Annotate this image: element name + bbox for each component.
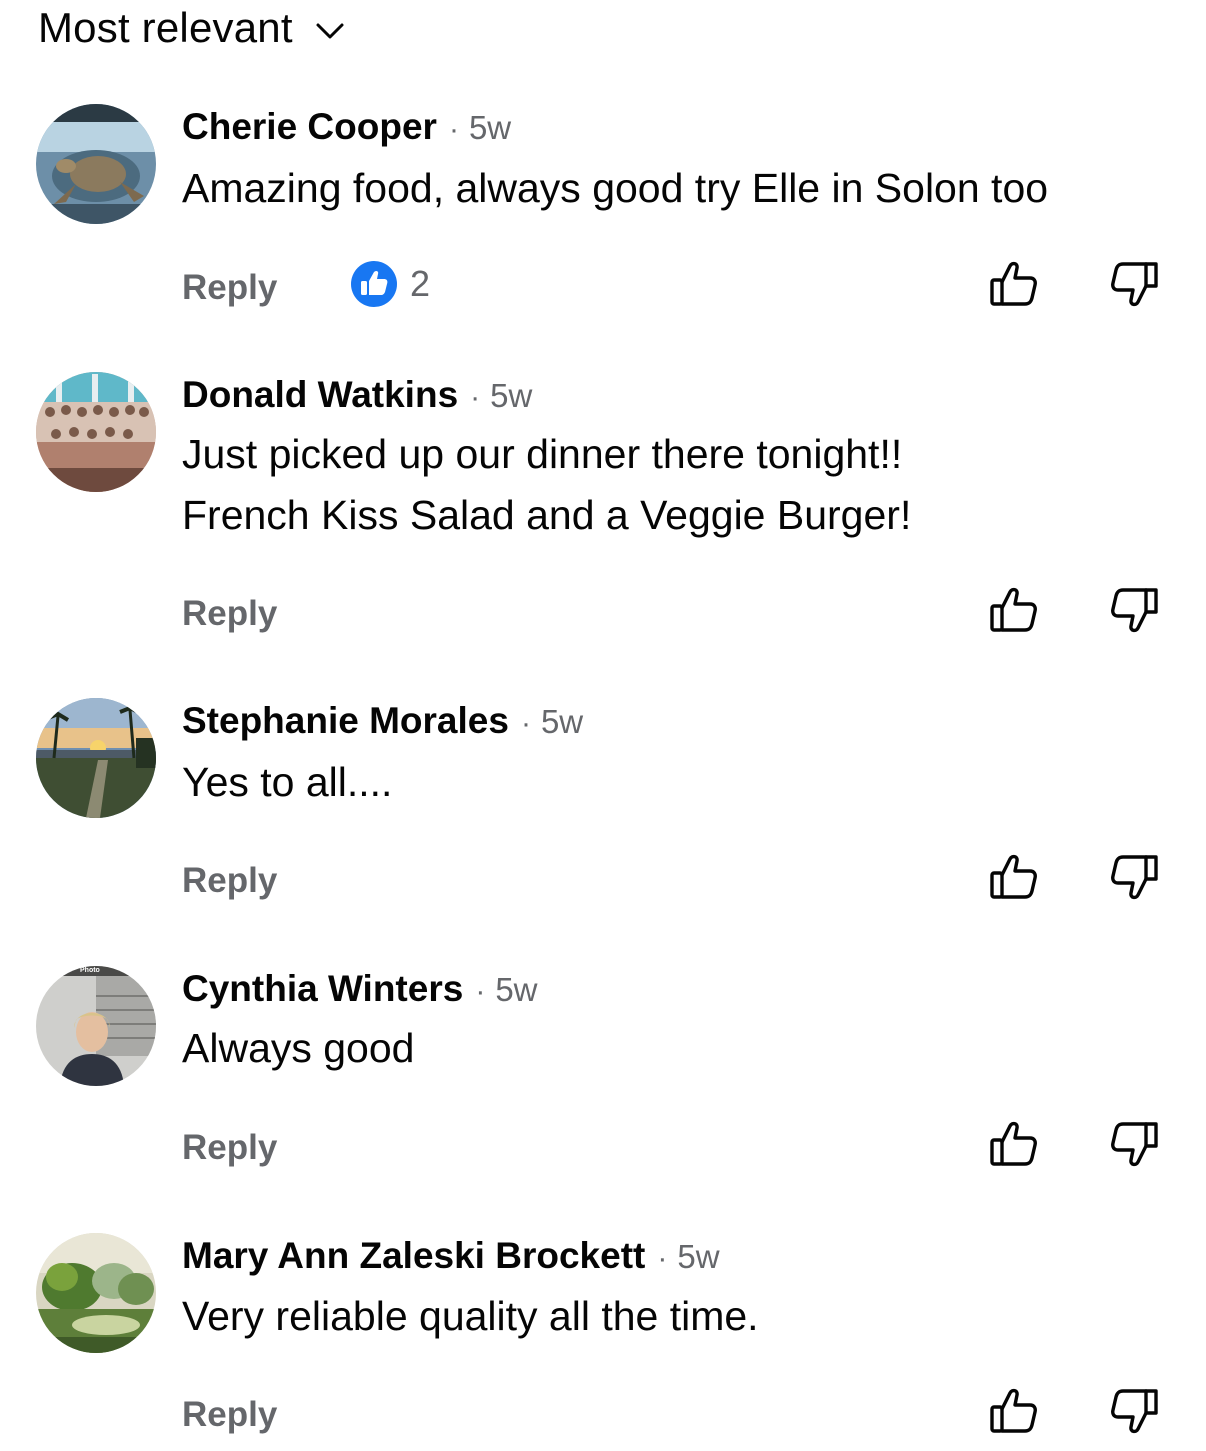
comment-header: Stephanie Morales · 5w <box>182 700 583 742</box>
comment-actions: Reply 2 <box>0 258 1206 314</box>
comment-actions: Reply <box>0 584 1206 640</box>
separator-dot: · <box>657 1242 668 1275</box>
comment-actions: Reply <box>0 851 1206 907</box>
author-name[interactable]: Donald Watkins <box>182 374 458 416</box>
author-name[interactable]: Stephanie Morales <box>182 700 509 742</box>
like-reaction-badge-icon <box>351 261 397 307</box>
reply-button[interactable]: Reply <box>182 268 277 308</box>
comment-line: Amazing food, always good try Elle in So… <box>182 165 1049 211</box>
avatar[interactable] <box>36 1233 156 1353</box>
author-name[interactable]: Mary Ann Zaleski Brockett <box>182 1235 645 1277</box>
comment-text: Very reliable quality all the time. <box>182 1286 1182 1347</box>
thumbs-down-outline-icon[interactable] <box>1108 1385 1160 1437</box>
reply-button[interactable]: Reply <box>182 1128 277 1168</box>
separator-dot: · <box>520 707 531 740</box>
comment-header: Cherie Cooper · 5w <box>182 106 511 148</box>
avatar[interactable] <box>36 104 156 224</box>
reaction-summary[interactable]: 2 <box>350 260 430 308</box>
separator-dot: · <box>470 381 481 414</box>
comment-header: Cynthia Winters · 5w <box>182 968 538 1010</box>
comment-text: Yes to all.... <box>182 752 1182 813</box>
comment-text: Amazing food, always good try Elle in So… <box>182 158 1182 219</box>
separator-dot: · <box>475 975 486 1008</box>
comment-line: Yes to all.... <box>182 759 393 805</box>
thumbs-up-outline-icon[interactable] <box>988 584 1040 636</box>
comment-actions: Reply <box>0 1385 1206 1441</box>
comment-line: Very reliable quality all the time. <box>182 1293 759 1339</box>
comment-age[interactable]: 5w <box>495 971 537 1009</box>
reaction-count: 2 <box>410 263 431 304</box>
avatar-image-sunset <box>36 698 156 818</box>
author-name[interactable]: Cynthia Winters <box>182 968 463 1010</box>
avatar-image-turtle <box>36 104 156 224</box>
comment-line: Just picked up our dinner there tonight!… <box>182 431 903 477</box>
comment-age[interactable]: 5w <box>541 703 583 741</box>
thumbs-down-outline-icon[interactable] <box>1108 851 1160 903</box>
thumbs-up-outline-icon[interactable] <box>988 1385 1040 1437</box>
comment-age[interactable]: 5w <box>469 109 511 147</box>
comment-text: Just picked up our dinner there tonight!… <box>182 424 1182 546</box>
thumbs-up-outline-icon[interactable] <box>988 1118 1040 1170</box>
comment-age[interactable]: 5w <box>677 1238 719 1276</box>
avatar-image-portrait <box>36 966 156 1086</box>
avatar-image-painting <box>36 1233 156 1353</box>
avatar-image-group-photo <box>36 372 156 492</box>
sort-label: Most relevant <box>38 4 293 51</box>
comment-text: Always good <box>182 1018 1182 1079</box>
thumbs-down-outline-icon[interactable] <box>1108 258 1160 310</box>
comment-header: Mary Ann Zaleski Brockett · 5w <box>182 1235 720 1277</box>
avatar-caption: Photo <box>80 967 100 974</box>
avatar[interactable] <box>36 698 156 818</box>
thumbs-up-outline-icon[interactable] <box>988 851 1040 903</box>
comment-header: Donald Watkins · 5w <box>182 374 532 416</box>
comment-age[interactable]: 5w <box>490 377 532 415</box>
thumbs-up-outline-icon[interactable] <box>988 258 1040 310</box>
reply-button[interactable]: Reply <box>182 594 277 634</box>
comment-line: French Kiss Salad and a Veggie Burger! <box>182 492 912 538</box>
reply-button[interactable]: Reply <box>182 861 277 901</box>
chevron-down-icon <box>316 23 344 39</box>
thumbs-down-outline-icon[interactable] <box>1108 1118 1160 1170</box>
separator-dot: · <box>448 113 459 146</box>
avatar[interactable]: Photo <box>36 966 156 1086</box>
comment-actions: Reply <box>0 1118 1206 1174</box>
sort-dropdown[interactable]: Most relevant <box>38 4 345 52</box>
thumbs-down-outline-icon[interactable] <box>1108 584 1160 636</box>
author-name[interactable]: Cherie Cooper <box>182 106 437 148</box>
comment-line: Always good <box>182 1025 415 1071</box>
avatar[interactable] <box>36 372 156 492</box>
reply-button[interactable]: Reply <box>182 1395 277 1435</box>
